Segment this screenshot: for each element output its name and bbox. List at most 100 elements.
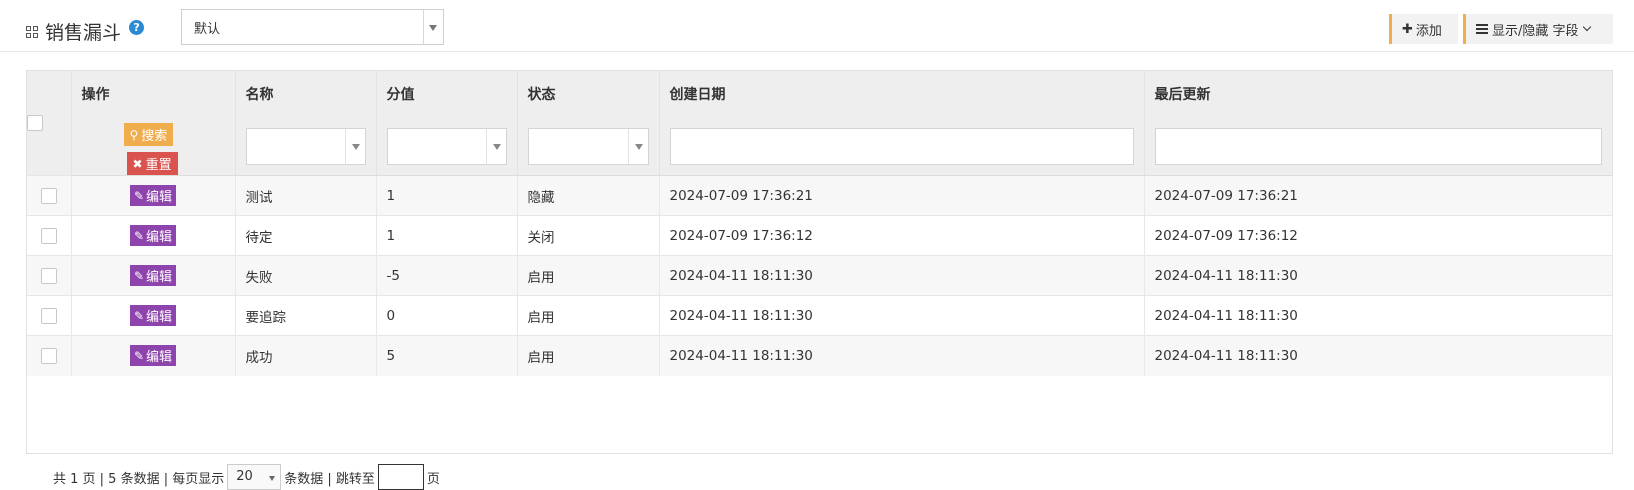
row-checkbox[interactable]	[40, 187, 57, 204]
reset-button-label: 重置	[145, 158, 172, 173]
col-header-score[interactable]: 分值	[376, 71, 518, 117]
row-checkbox[interactable]	[40, 307, 57, 324]
table-row: ✎ 编辑 失败 -5 启用 2024-04-11 18:11:30 2024-04…	[27, 255, 1613, 296]
toggle-columns-button[interactable]: 显示/隐藏 字段	[1463, 14, 1613, 44]
page-title: 销售漏斗	[45, 22, 122, 44]
cell-score: 0	[376, 295, 518, 336]
select-all-checkbox[interactable]	[27, 115, 43, 131]
table-body: ✎ 编辑 测试 1 隐藏 2024-07-09 17:36:21 2024-07-…	[27, 175, 1613, 376]
funnel-table: 操作 名称 分值 状态 创建日期 最后更新 ⚲ 搜索 ✖ 重置 ✎ 编辑 测试 …	[27, 71, 1613, 376]
filter-status-select[interactable]	[527, 127, 649, 165]
chevron-down-icon	[1582, 22, 1591, 32]
help-icon[interactable]: ?	[129, 20, 145, 35]
filter-score-cell	[376, 117, 518, 176]
row-select-cell	[27, 175, 72, 216]
toggle-columns-label: 显示/隐藏 字段	[1492, 23, 1579, 39]
close-icon: ✖	[132, 156, 143, 171]
row-select-cell	[27, 335, 72, 376]
filter-score-select[interactable]	[386, 127, 507, 165]
plus-icon: ✚	[1402, 21, 1413, 37]
cell-status: 隐藏	[517, 175, 660, 216]
cell-name: 待定	[235, 215, 377, 256]
edit-icon: ✎	[133, 268, 145, 283]
data-grid: 操作 名称 分值 状态 创建日期 最后更新 ⚲ 搜索 ✖ 重置 ✎ 编辑 测试 …	[26, 70, 1613, 490]
edit-button-label: 编辑	[146, 190, 173, 205]
edit-button[interactable]: ✎ 编辑	[129, 225, 177, 246]
caret-down-icon	[429, 25, 437, 31]
cell-created: 2024-07-09 17:36:21	[659, 175, 1145, 216]
row-actions-cell: ✎ 编辑	[71, 215, 236, 256]
col-header-name[interactable]: 名称	[235, 71, 377, 117]
col-header-actions: 操作	[71, 71, 236, 117]
title-area: 销售漏斗 ?	[26, 18, 145, 45]
cell-name: 测试	[235, 175, 377, 216]
edit-icon: ✎	[133, 308, 145, 323]
col-header-status[interactable]: 状态	[517, 71, 660, 117]
filter-score-arrow	[485, 128, 506, 164]
filter-status-arrow	[627, 128, 648, 164]
edit-button[interactable]: ✎ 编辑	[129, 305, 177, 326]
row-select-cell	[27, 255, 72, 296]
cell-created: 2024-04-11 18:11:30	[659, 335, 1145, 376]
row-checkbox[interactable]	[40, 227, 57, 244]
pagination-bar: 共 1 页 | 5 条数据 | 每页显示 20 条数据 | 跳转至 页	[53, 464, 440, 490]
edit-button[interactable]: ✎ 编辑	[129, 265, 177, 286]
search-button[interactable]: ⚲ 搜索	[123, 123, 174, 146]
search-icon: ⚲	[129, 127, 139, 142]
cell-score: 5	[376, 335, 518, 376]
cell-status: 关闭	[517, 215, 660, 256]
page-jump-input[interactable]	[377, 464, 424, 490]
cell-updated: 2024-04-11 18:11:30	[1144, 335, 1613, 376]
row-actions-cell: ✎ 编辑	[71, 295, 236, 336]
edit-icon: ✎	[133, 188, 145, 203]
caret-down-icon	[351, 143, 360, 150]
edit-button-label: 编辑	[146, 310, 173, 325]
page-header: 销售漏斗 ? 默认 ✚ 添加 显示/隐藏 字段	[0, 0, 1634, 52]
row-actions-cell: ✎ 编辑	[71, 335, 236, 376]
cell-created: 2024-04-11 18:11:30	[659, 295, 1145, 336]
filter-created-input[interactable]	[669, 127, 1134, 165]
view-select-arrow	[423, 10, 443, 44]
caret-down-icon	[269, 476, 276, 481]
reset-button[interactable]: ✖ 重置	[126, 152, 178, 175]
row-select-cell	[27, 295, 72, 336]
col-header-created[interactable]: 创建日期	[659, 71, 1145, 117]
cell-score: 1	[376, 175, 518, 216]
row-actions-cell: ✎ 编辑	[71, 175, 236, 216]
add-button[interactable]: ✚ 添加	[1389, 14, 1458, 44]
add-button-label: 添加	[1415, 23, 1442, 39]
view-select-value: 默认	[194, 22, 221, 37]
search-button-label: 搜索	[141, 129, 168, 144]
cell-status: 启用	[517, 255, 660, 296]
cell-updated: 2024-04-11 18:11:30	[1144, 295, 1613, 336]
page-unit-label: 页	[426, 471, 440, 487]
cell-updated: 2024-04-11 18:11:30	[1144, 255, 1613, 296]
cell-updated: 2024-07-09 17:36:12	[1144, 215, 1613, 256]
filter-updated-cell	[1144, 117, 1613, 176]
cell-name: 要追踪	[235, 295, 377, 336]
edit-button[interactable]: ✎ 编辑	[129, 185, 177, 206]
row-checkbox[interactable]	[40, 347, 57, 364]
cell-name: 成功	[235, 335, 377, 376]
cell-name: 失败	[235, 255, 377, 296]
filter-name-select[interactable]	[245, 127, 366, 165]
row-checkbox[interactable]	[40, 267, 57, 284]
table-row: ✎ 编辑 成功 5 启用 2024-04-11 18:11:30 2024-04-…	[27, 335, 1613, 376]
pagination-summary: 共 1 页 | 5 条数据 | 每页显示	[53, 471, 225, 487]
cell-status: 启用	[517, 335, 660, 376]
col-header-updated[interactable]: 最后更新	[1144, 71, 1613, 117]
view-select[interactable]: 默认	[181, 9, 444, 45]
edit-button[interactable]: ✎ 编辑	[129, 345, 177, 367]
page-size-value: 20	[236, 469, 253, 484]
edit-button-label: 编辑	[146, 350, 173, 366]
cell-status: 启用	[517, 295, 660, 336]
pagination-jump-label: 条数据 | 跳转至	[284, 471, 375, 487]
list-icon	[1476, 24, 1488, 34]
row-select-cell	[27, 215, 72, 256]
filter-actions-cell: ⚲ 搜索 ✖ 重置	[71, 117, 236, 176]
page-size-select[interactable]: 20	[227, 464, 282, 490]
cell-created: 2024-07-09 17:36:12	[659, 215, 1145, 256]
caret-down-icon	[634, 143, 643, 150]
filter-updated-input[interactable]	[1154, 127, 1602, 165]
filter-name-arrow	[344, 128, 365, 164]
